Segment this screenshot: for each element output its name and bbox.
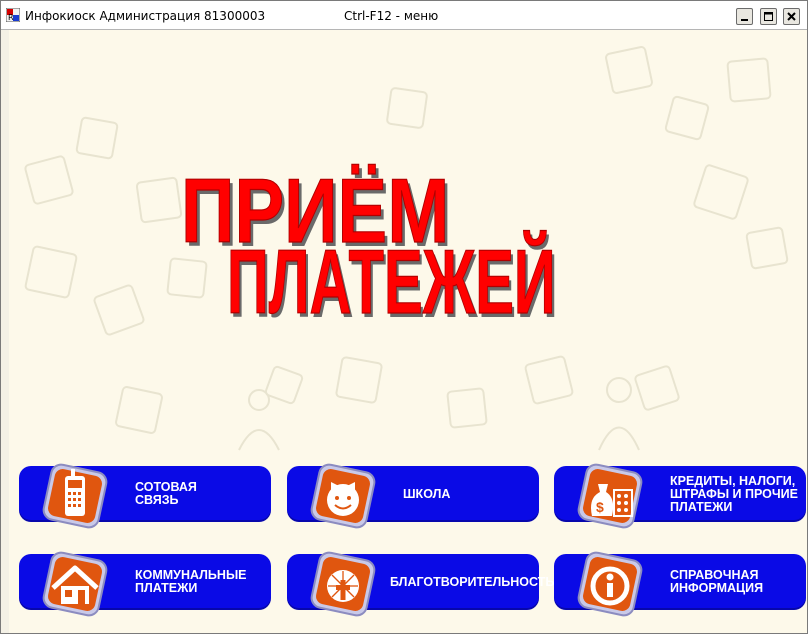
close-icon: [787, 12, 796, 21]
tile-school[interactable]: ШКОЛА: [287, 463, 539, 529]
minimize-icon: [741, 19, 748, 21]
close-button[interactable]: [783, 8, 800, 25]
tile-school-label: ШКОЛА: [403, 486, 451, 501]
svg-text:R: R: [8, 13, 14, 22]
kiosk-window: R Инфокиоск Администрация 81300003 Ctrl-…: [0, 0, 808, 634]
maximize-button[interactable]: [760, 8, 777, 25]
tile-info-label: СПРАВОЧНАЯ ИНФОРМАЦИЯ: [670, 568, 764, 595]
child-face-icon: [310, 463, 376, 529]
headline: ПРИЁМ ПРИЁМ ПЛАТЕЖЕЙ ПЛАТЕЖЕЙ: [180, 159, 558, 337]
tile-credits-label: КРЕДИТЫ, НАЛОГИ, ШТРАФЫ И ПРОЧИЕ ПЛАТЕЖИ: [670, 473, 798, 514]
app-icon: R: [6, 8, 20, 22]
minimize-button[interactable]: [736, 8, 753, 25]
tile-charity-label: БЛАГОТВОРИТЕЛЬНОСТЬ: [390, 574, 555, 589]
svg-text:$: $: [596, 499, 604, 515]
maximize-icon: [764, 12, 773, 21]
tile-credits[interactable]: $ КРЕДИТЫ, НАЛОГИ, ШТРАФЫ И ПРОЧИЕ ПЛАТЕ…: [554, 463, 806, 529]
tile-utilities-label: КОММУНАЛЬНЫЕ ПЛАТЕЖИ: [135, 568, 247, 595]
kiosk-main: ПРИЁМ ПРИЁМ ПЛАТЕЖЕЙ ПЛАТЕЖЕЙ СОТОВАЯ СВ…: [9, 30, 807, 633]
tile-mobile-label: СОТОВАЯ СВЯЗЬ: [135, 480, 197, 507]
tile-info[interactable]: СПРАВОЧНАЯ ИНФОРМАЦИЯ: [554, 551, 806, 617]
title-bar[interactable]: R Инфокиоск Администрация 81300003 Ctrl-…: [1, 1, 807, 30]
window-title: Инфокиоск Администрация 81300003: [25, 9, 266, 23]
menu-hint: Ctrl-F12 - меню: [344, 9, 439, 23]
info-icon: [577, 551, 643, 617]
money-bag-abacus-icon: $: [577, 463, 643, 529]
tile-utilities[interactable]: КОММУНАЛЬНЫЕ ПЛАТЕЖИ: [19, 551, 271, 617]
headline-line2: ПЛАТЕЖЕЙ: [227, 231, 556, 334]
tile-charity[interactable]: БЛАГОТВОРИТЕЛЬНОСТЬ: [287, 551, 554, 617]
charity-cross-icon: [310, 551, 376, 617]
tile-mobile[interactable]: СОТОВАЯ СВЯЗЬ: [19, 463, 271, 529]
mobile-phone-icon: [42, 463, 108, 529]
house-icon: [42, 551, 108, 617]
